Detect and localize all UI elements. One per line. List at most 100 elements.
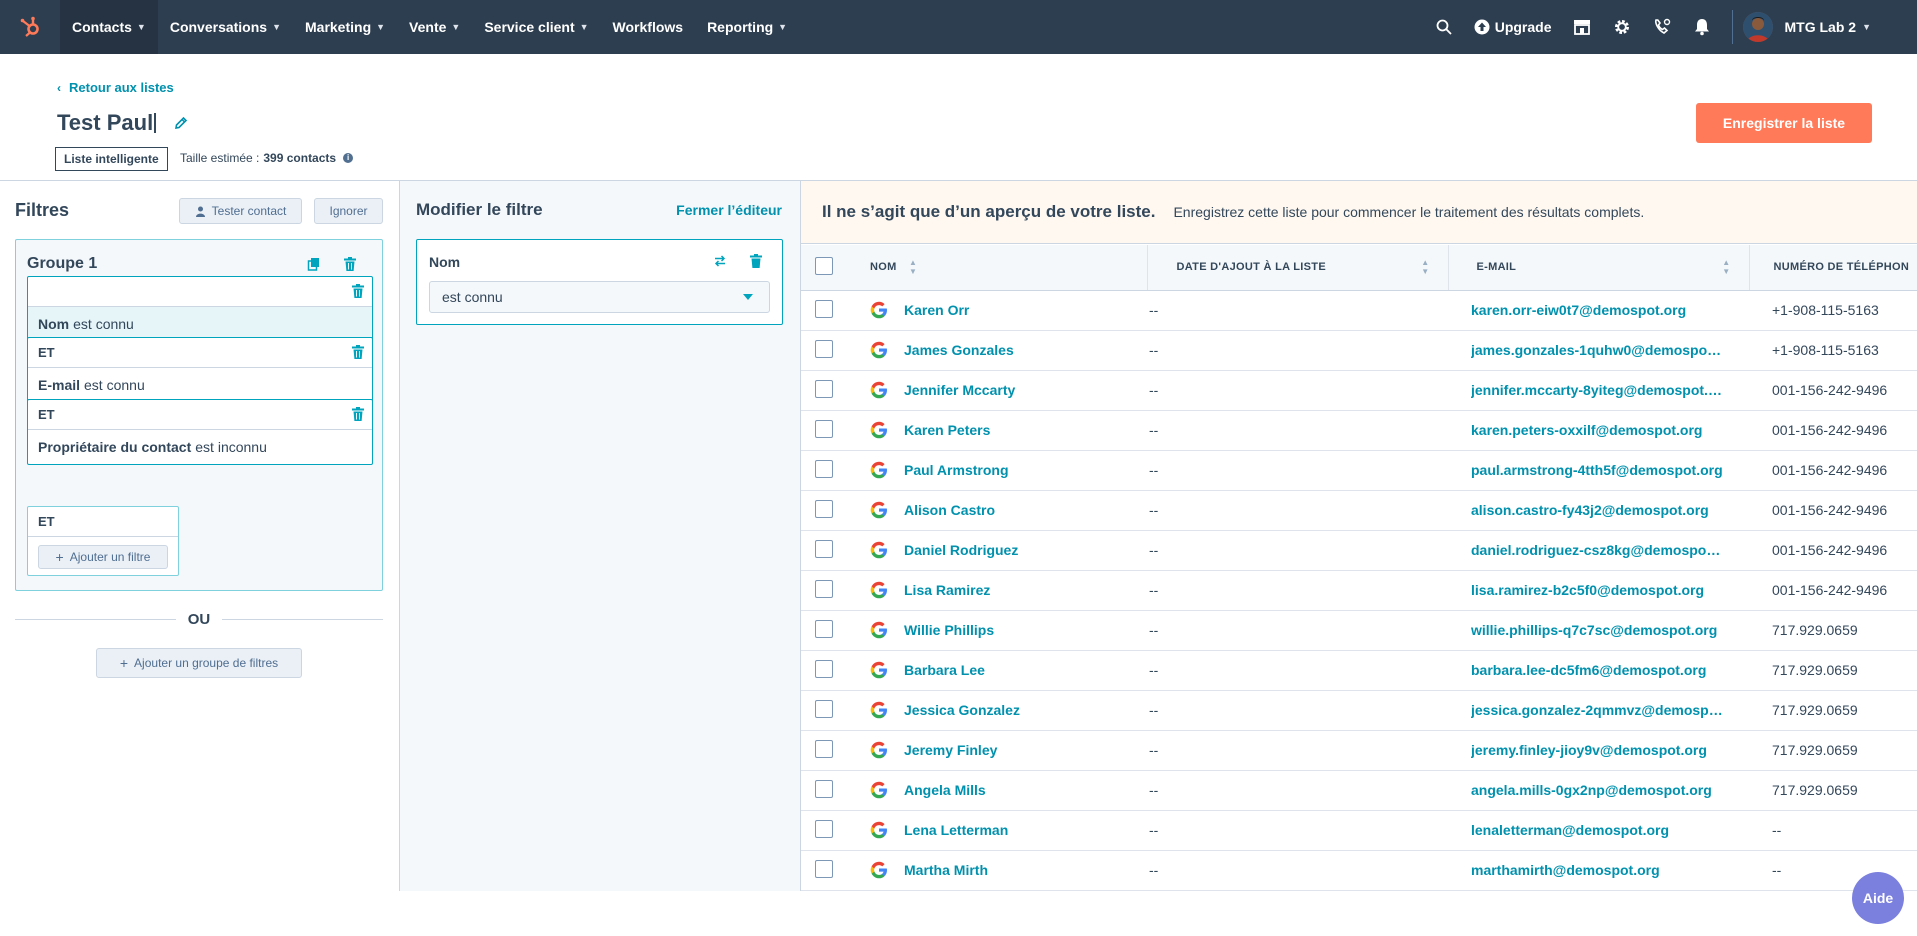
copy-icon[interactable] (306, 256, 322, 272)
table-row[interactable]: Angela Mills -- angela.mills-0gx2np@demosp… (801, 770, 1917, 811)
table-row[interactable]: Paul Armstrong -- paul.armstrong-4tth5f@de… (801, 450, 1917, 491)
row-checkbox[interactable] (815, 379, 833, 398)
table-row[interactable]: Daniel Rodriguez -- daniel.rodriguez-csz8k… (801, 530, 1917, 571)
table-row[interactable]: Karen Orr -- karen.orr-eiw0t7@demospot.org… (801, 290, 1917, 331)
table-row[interactable]: Jeremy Finley -- jeremy.finley-jioy9v@demo… (801, 730, 1917, 771)
table-row[interactable]: Willie Phillips -- willie.phillips-q7c7sc@… (801, 610, 1917, 651)
swap-icon[interactable] (712, 253, 728, 269)
filter-card[interactable]: Nom est connu (27, 276, 373, 342)
table-row[interactable]: James Gonzales -- james.gonzales-1quhw0@de… (801, 330, 1917, 371)
table-row[interactable]: Martha Mirth -- marthamirth@demospot.org -- (801, 850, 1917, 891)
table-row[interactable]: Jennifer Mccarty -- jennifer.mccarty-8yite… (801, 370, 1917, 411)
column-header-email[interactable]: E-MAIL ▲ ▼ (1448, 245, 1750, 291)
page-title[interactable]: Test Paul (57, 110, 188, 136)
trash-icon[interactable] (352, 407, 364, 424)
nav-item-marketing[interactable]: Marketing ▼ (293, 0, 397, 54)
trash-icon[interactable] (352, 345, 364, 362)
contact-name-link[interactable]: Lisa Ramirez (904, 582, 990, 598)
pencil-icon[interactable] (174, 116, 188, 130)
table-row[interactable]: Barbara Lee -- barbara.lee-dc5fm6@demospot… (801, 650, 1917, 691)
row-checkbox[interactable] (815, 659, 833, 678)
contact-name-link[interactable]: Barbara Lee (904, 662, 985, 678)
trash-icon[interactable] (352, 284, 364, 301)
row-checkbox[interactable] (815, 699, 833, 718)
nav-item-conversations[interactable]: Conversations ▼ (158, 0, 293, 54)
hubspot-logo-icon[interactable] (0, 0, 60, 54)
save-list-button[interactable]: Enregistrer la liste (1696, 103, 1872, 143)
filter-card-body[interactable]: E-mail est connu (28, 368, 372, 402)
table-row[interactable]: Karen Peters -- karen.peters-oxxilf@demosp… (801, 410, 1917, 451)
back-to-lists-link[interactable]: ‹ Retour aux listes (57, 80, 174, 95)
contact-name-link[interactable]: Daniel Rodriguez (904, 542, 1018, 558)
email-link[interactable]: angela.mills-0gx2np@demospot.org (1471, 782, 1725, 798)
test-contact-button[interactable]: Tester contact (179, 198, 302, 224)
filter-card[interactable]: ET Propriétaire du contact est inconnu (27, 399, 373, 465)
search-icon[interactable] (1424, 0, 1464, 54)
email-link[interactable]: jessica.gonzalez-2qmmvz@demospot.org (1471, 702, 1725, 718)
email-link[interactable]: paul.armstrong-4tth5f@demospot.org (1471, 462, 1725, 478)
email-link[interactable]: jeremy.finley-jioy9v@demospot.org (1471, 742, 1725, 758)
row-checkbox[interactable] (815, 419, 833, 438)
select-all-checkbox[interactable] (815, 256, 833, 275)
table-row[interactable]: Lena Letterman -- lenaletterman@demospot.o… (801, 810, 1917, 851)
row-checkbox[interactable] (815, 499, 833, 518)
close-editor-link[interactable]: Fermer l’éditeur (676, 202, 782, 218)
email-link[interactable]: jennifer.mccarty-8yiteg@demospot.org (1471, 382, 1725, 398)
email-link[interactable]: lisa.ramirez-b2c5f0@demospot.org (1471, 582, 1725, 598)
contact-name-link[interactable]: Karen Orr (904, 302, 969, 318)
contact-name-link[interactable]: Alison Castro (904, 502, 995, 518)
email-link[interactable]: karen.orr-eiw0t7@demospot.org (1471, 302, 1725, 318)
email-link[interactable]: lenaletterman@demospot.org (1471, 822, 1725, 838)
nav-item-reporting[interactable]: Reporting ▼ (695, 0, 799, 54)
table-row[interactable]: Lisa Ramirez -- lisa.ramirez-b2c5f0@demosp… (801, 570, 1917, 611)
nav-item-vente[interactable]: Vente ▼ (397, 0, 472, 54)
contact-name-link[interactable]: Jeremy Finley (904, 742, 997, 758)
column-header-phone[interactable]: NUMÉRO DE TÉLÉPHON (1749, 245, 1917, 291)
filter-card-body[interactable]: Nom est connu (28, 307, 372, 341)
row-checkbox[interactable] (815, 619, 833, 638)
row-checkbox[interactable] (815, 739, 833, 758)
column-header-name[interactable]: NOM ▲ ▼ (847, 245, 1148, 291)
upgrade-button[interactable]: Upgrade (1464, 19, 1562, 35)
filter-card[interactable]: ET E-mail est connu (27, 337, 373, 403)
contact-name-link[interactable]: Martha Mirth (904, 862, 988, 878)
account-menu[interactable]: MTG Lab 2 ▼ (1742, 12, 1917, 42)
contact-name-link[interactable]: Lena Letterman (904, 822, 1008, 838)
email-link[interactable]: karen.peters-oxxilf@demospot.org (1471, 422, 1725, 438)
add-filter-button[interactable]: + Ajouter un filtre (38, 545, 168, 569)
contact-name-link[interactable]: Jennifer Mccarty (904, 382, 1015, 398)
row-checkbox[interactable] (815, 579, 833, 598)
contact-name-link[interactable]: Jessica Gonzalez (904, 702, 1020, 718)
gear-icon[interactable] (1602, 0, 1642, 54)
operator-dropdown[interactable]: est connu (429, 281, 770, 313)
column-header-date[interactable]: DATE D'AJOUT À LA LISTE ▲ ▼ (1147, 245, 1449, 291)
marketplace-icon[interactable] (1562, 0, 1602, 54)
contact-name-link[interactable]: Paul Armstrong (904, 462, 1009, 478)
email-link[interactable]: willie.phillips-q7c7sc@demospot.org (1471, 622, 1725, 638)
trash-icon[interactable] (342, 256, 358, 272)
trash-icon[interactable] (748, 253, 764, 269)
filter-card-body[interactable]: Propriétaire du contact est inconnu (28, 430, 372, 464)
contact-name-link[interactable]: Angela Mills (904, 782, 986, 798)
contact-name-link[interactable]: Willie Phillips (904, 622, 994, 638)
email-link[interactable]: marthamirth@demospot.org (1471, 862, 1725, 878)
row-checkbox[interactable] (815, 299, 833, 318)
phone-icon[interactable] (1642, 0, 1682, 54)
email-link[interactable]: daniel.rodriguez-csz8kg@demospot.org (1471, 542, 1725, 558)
add-filter-group-button[interactable]: + Ajouter un groupe de filtres (96, 648, 302, 678)
table-row[interactable]: Jessica Gonzalez -- jessica.gonzalez-2qmmv… (801, 690, 1917, 731)
contact-name-link[interactable]: Karen Peters (904, 422, 990, 438)
row-checkbox[interactable] (815, 339, 833, 358)
row-checkbox[interactable] (815, 859, 833, 878)
contact-name-link[interactable]: James Gonzales (904, 342, 1014, 358)
row-checkbox[interactable] (815, 459, 833, 478)
row-checkbox[interactable] (815, 539, 833, 558)
help-button[interactable]: Aide (1852, 872, 1904, 924)
email-link[interactable]: james.gonzales-1quhw0@demospot.org (1471, 342, 1725, 358)
email-link[interactable]: alison.castro-fy43j2@demospot.org (1471, 502, 1725, 518)
ignore-button[interactable]: Ignorer (314, 198, 383, 224)
row-checkbox[interactable] (815, 819, 833, 838)
table-row[interactable]: Alison Castro -- alison.castro-fy43j2@demo… (801, 490, 1917, 531)
nav-item-contacts[interactable]: Contacts ▼ (60, 0, 158, 54)
bell-icon[interactable] (1682, 0, 1722, 54)
